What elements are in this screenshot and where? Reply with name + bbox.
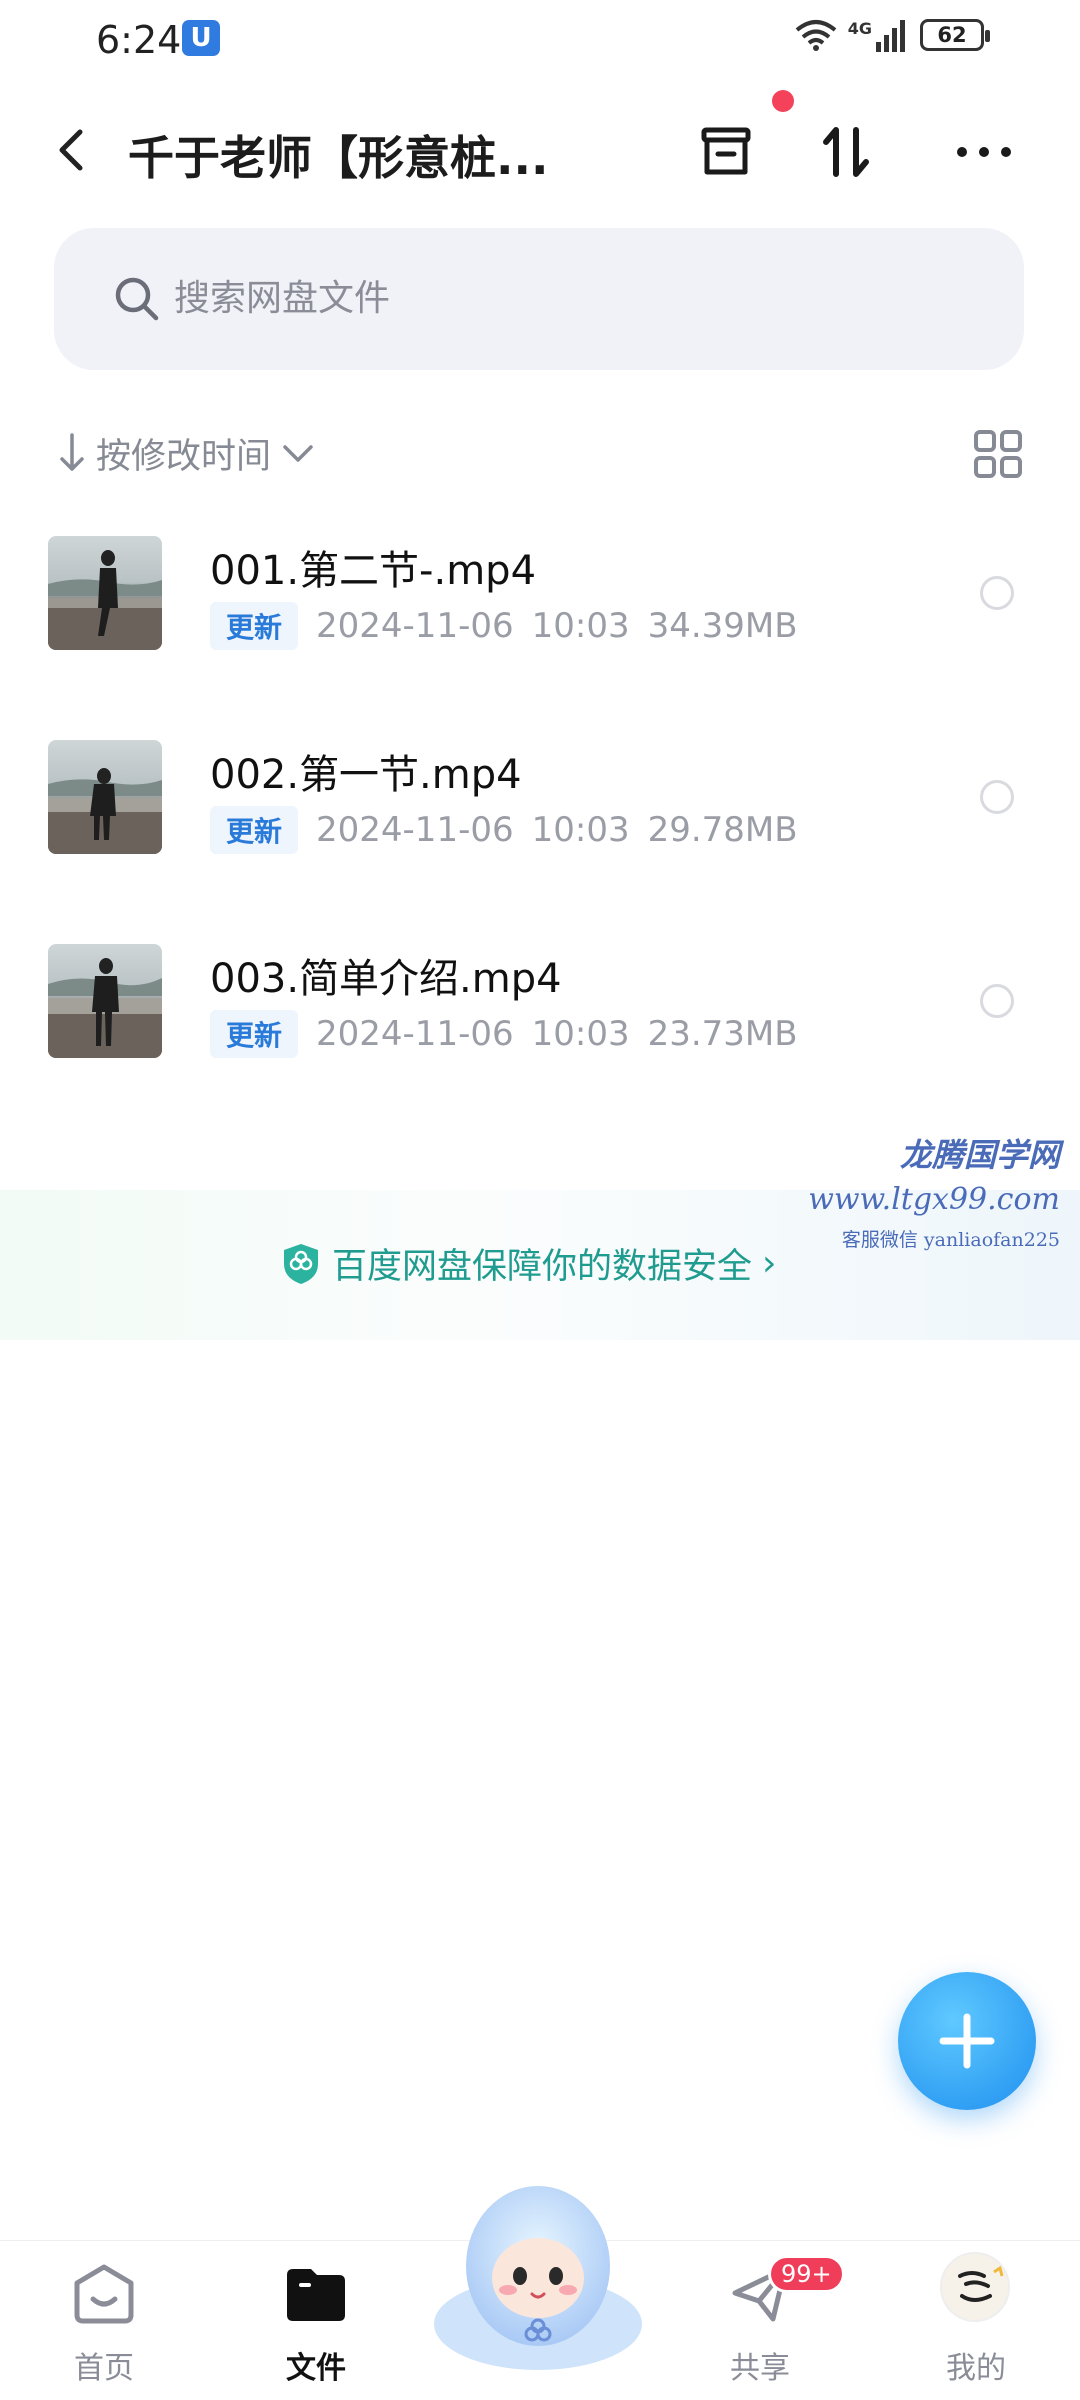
wifi-icon — [795, 20, 837, 51]
file-meta: 更新 2024-11-06 10:03 29.78MB — [210, 806, 798, 854]
sort-updown-icon[interactable] — [814, 120, 878, 184]
notification-dot — [772, 90, 794, 112]
status-time: 6:24 — [96, 18, 182, 62]
file-size: 29.78MB — [647, 810, 798, 850]
update-tag: 更新 — [210, 1010, 299, 1058]
header-bar: 千于老师【形意桩... — [0, 100, 1080, 200]
chevron-down-icon — [283, 445, 313, 462]
avatar[interactable] — [940, 2252, 1010, 2322]
file-time: 10:03 — [531, 1014, 630, 1054]
notification-app-icon: U — [182, 20, 220, 56]
more-icon[interactable] — [952, 120, 1016, 184]
nav-share[interactable]: 99+ 共享 — [690, 2255, 845, 2387]
file-date: 2024-11-06 — [316, 1014, 514, 1054]
select-checkbox[interactable] — [980, 984, 1014, 1018]
file-name: 003.简单介绍.mp4 — [210, 956, 562, 1002]
file-name: 001.第二节-.mp4 — [210, 548, 537, 594]
file-time: 10:03 — [531, 810, 630, 850]
arrow-down-icon — [60, 433, 84, 471]
file-row[interactable]: 003.简单介绍.mp4 更新 2024-11-06 10:03 23.73MB — [0, 936, 1080, 1140]
nav-share-label: 共享 — [730, 2351, 790, 2386]
plus-icon — [939, 2013, 995, 2069]
sort-selector[interactable]: 按修改时间 — [58, 428, 315, 478]
network-type: 4G — [847, 18, 872, 38]
update-tag: 更新 — [210, 602, 299, 650]
file-size: 23.73MB — [647, 1014, 798, 1054]
page-title: 千于老师【形意桩... — [128, 131, 549, 185]
back-arrow-icon[interactable] — [44, 120, 104, 180]
home-icon — [74, 2264, 134, 2324]
chevron-right-icon: › — [762, 1243, 777, 1284]
mascot-assistant-icon[interactable] — [428, 2174, 648, 2374]
update-tag: 更新 — [210, 806, 299, 854]
sort-label: 按修改时间 — [96, 436, 272, 477]
shield-icon — [284, 1243, 318, 1284]
security-text: 百度网盘保障你的数据安全 — [332, 1247, 753, 1287]
select-checkbox[interactable] — [980, 780, 1014, 814]
status-bar: 6:24 U 4G 62 — [0, 0, 1080, 80]
select-checkbox[interactable] — [980, 576, 1014, 610]
add-button[interactable] — [898, 1972, 1036, 2110]
nav-files-label: 文件 — [286, 2351, 346, 2386]
watermark-site-name: 龙腾国学网 — [899, 1136, 1060, 1174]
file-list: 001.第二节-.mp4 更新 2024-11-06 10:03 34.39MB… — [0, 528, 1080, 1140]
video-thumbnail — [48, 740, 162, 854]
battery-icon: 62 — [920, 19, 990, 51]
watermark-contact: 客服微信 yanliaofan225 — [841, 1229, 1060, 1251]
nav-home-label: 首页 — [74, 2351, 134, 2386]
video-thumbnail — [48, 944, 162, 1058]
nav-mine-label: 我的 — [946, 2351, 1006, 2386]
file-name: 002.第一节.mp4 — [210, 752, 522, 798]
file-row[interactable]: 001.第二节-.mp4 更新 2024-11-06 10:03 34.39MB — [0, 528, 1080, 732]
nav-home[interactable]: 首页 — [34, 2259, 174, 2387]
search-input[interactable] — [174, 268, 774, 328]
file-row[interactable]: 002.第一节.mp4 更新 2024-11-06 10:03 29.78MB — [0, 732, 1080, 936]
grid-view-icon[interactable] — [972, 428, 1024, 480]
status-indicators: 4G 62 — [794, 18, 990, 52]
file-meta: 更新 2024-11-06 10:03 34.39MB — [210, 602, 798, 650]
watermark: 龙腾国学网 www.ltgx99.com 客服微信 yanliaofan225 — [808, 1130, 1060, 1252]
file-size: 34.39MB — [647, 606, 798, 646]
file-meta: 更新 2024-11-06 10:03 23.73MB — [210, 1010, 798, 1058]
nav-files[interactable]: 文件 — [246, 2259, 386, 2387]
watermark-url: www.ltgx99.com — [808, 1182, 1060, 1217]
share-count-badge: 99+ — [768, 2255, 845, 2293]
video-thumbnail — [48, 536, 162, 650]
file-date: 2024-11-06 — [316, 810, 514, 850]
signal-icon — [876, 20, 905, 52]
search-bar[interactable] — [54, 228, 1024, 370]
file-time: 10:03 — [531, 606, 630, 646]
search-icon — [115, 277, 159, 321]
transfer-list-icon[interactable] — [694, 120, 758, 184]
file-date: 2024-11-06 — [316, 606, 514, 646]
security-link[interactable]: 百度网盘保障你的数据安全 › — [280, 1238, 776, 1289]
folder-icon — [287, 2269, 345, 2321]
